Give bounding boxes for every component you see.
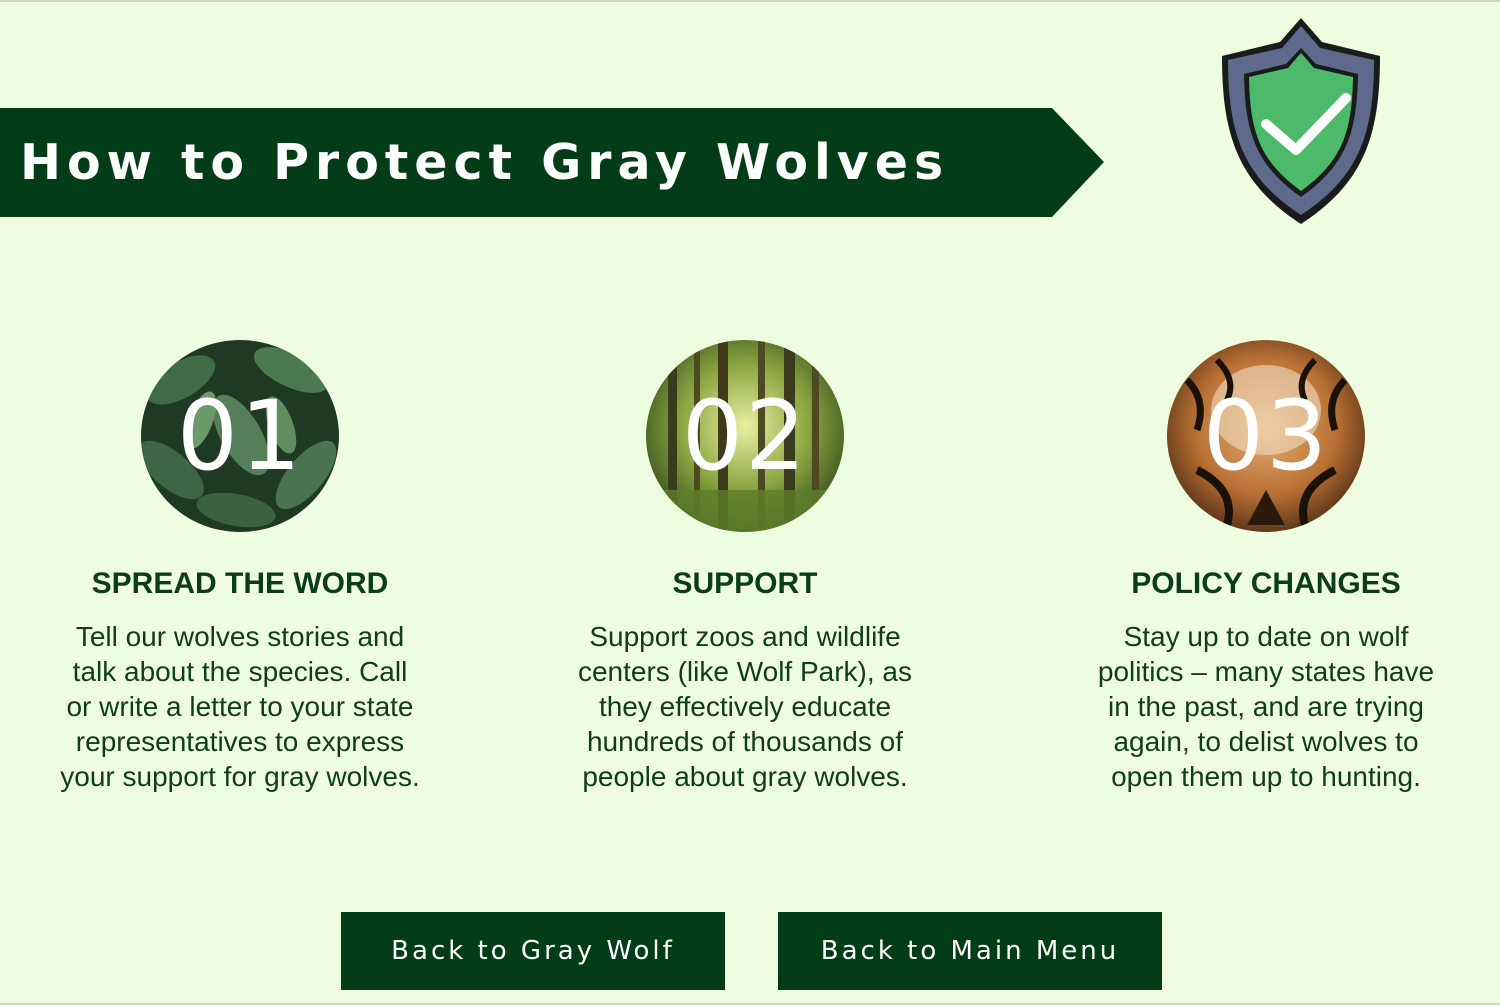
back-to-gray-wolf-button[interactable]: Back to Gray Wolf bbox=[341, 912, 725, 990]
forest-image: 02 bbox=[646, 340, 844, 532]
title-banner: How to Protect Gray Wolves bbox=[0, 108, 1104, 217]
page-title: How to Protect Gray Wolves bbox=[20, 134, 950, 191]
step-support: 02 SUPPORT Support zoos and wildlife cen… bbox=[545, 340, 945, 794]
step-policy-changes: 03 POLICY CHANGES Stay up to date on wol… bbox=[1066, 340, 1466, 794]
top-divider bbox=[0, 0, 1500, 2]
step-number: 01 bbox=[176, 380, 304, 492]
leaves-image: 01 bbox=[141, 340, 339, 532]
tiger-image: 03 bbox=[1167, 340, 1365, 532]
step-description: Stay up to date on wolf politics – many … bbox=[1097, 621, 1435, 792]
step-heading: SUPPORT bbox=[672, 567, 818, 600]
shield-check-icon bbox=[1196, 12, 1406, 230]
step-number: 02 bbox=[681, 380, 809, 492]
bottom-divider bbox=[0, 1003, 1500, 1005]
back-to-main-menu-button[interactable]: Back to Main Menu bbox=[778, 912, 1162, 990]
step-description: Tell our wolves stories and talk about t… bbox=[60, 621, 420, 792]
step-heading: POLICY CHANGES bbox=[1131, 567, 1401, 600]
step-spread-the-word: 01 SPREAD THE WORD Tell our wolves stori… bbox=[40, 340, 440, 794]
step-heading: SPREAD THE WORD bbox=[91, 567, 389, 600]
step-number: 03 bbox=[1202, 380, 1330, 492]
step-description: Support zoos and wildlife centers (like … bbox=[577, 621, 913, 792]
